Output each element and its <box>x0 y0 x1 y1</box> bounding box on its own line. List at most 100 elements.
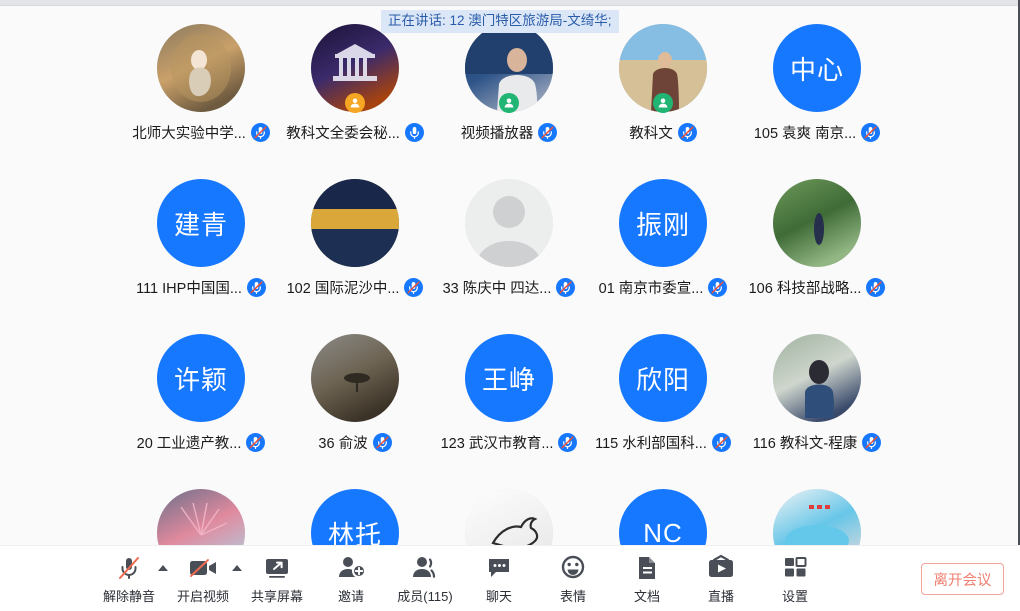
participant-tile[interactable]: 教科文 <box>586 20 740 175</box>
participant-name: 36 俞波 <box>318 436 368 452</box>
participant-name: 20 工业遗产教... <box>136 436 242 452</box>
participant-tile[interactable]: 欣阳 115 水利部国科... <box>586 330 740 485</box>
avatar <box>311 24 399 113</box>
participant-tile[interactable]: 北师大实验中学... <box>124 20 278 175</box>
mic-muted-icon <box>115 553 143 583</box>
avatar-initials: 许颖 <box>157 334 245 422</box>
participant-tile[interactable]: 视频播放器 <box>432 20 586 175</box>
avatar: 振刚 <box>619 179 707 267</box>
mic-muted-icon[interactable] <box>556 278 576 297</box>
mic-muted-icon[interactable] <box>708 278 728 297</box>
toolbar-button-invite[interactable]: 邀请 <box>314 553 388 605</box>
participant-tile[interactable] <box>124 485 278 546</box>
share-screen-icon <box>262 553 292 583</box>
mic-muted-icon[interactable] <box>404 278 424 297</box>
participant-name: 教科文 <box>629 126 673 142</box>
avatar: 建青 <box>157 179 245 267</box>
meeting-toolbar: 解除静音 开启视频 共享屏幕 邀请 成员(115) 聊天 表情 文档 直播 设置 离开会议 <box>0 545 1020 611</box>
toolbar-button-label: 表情 <box>559 588 586 604</box>
toolbar-button-participants[interactable]: 成员(115) <box>388 553 462 605</box>
avatar: NC <box>619 489 707 546</box>
mic-muted-icon[interactable] <box>246 278 266 297</box>
participant-tile[interactable]: 王峥 123 武汉市教育... <box>432 330 586 485</box>
avatar <box>465 489 553 546</box>
participant-label-row: 105 袁爽 南京... <box>754 122 881 143</box>
person-status-badge-icon <box>345 93 365 113</box>
participant-name: 33 陈庆中 四达... <box>442 281 552 297</box>
avatar-photo <box>773 334 861 422</box>
participant-tile[interactable]: 教科文全委会秘... <box>278 20 432 175</box>
toolbar-button-live[interactable]: 直播 <box>684 553 758 605</box>
participant-tile[interactable]: 林托 <box>278 485 432 546</box>
mic-muted-icon[interactable] <box>558 433 578 452</box>
toolbar-button-share-screen[interactable]: 共享屏幕 <box>240 553 314 605</box>
mic-muted-icon[interactable] <box>862 433 882 452</box>
mic-unmuted-icon[interactable] <box>404 123 424 142</box>
mic-muted-icon[interactable] <box>250 123 270 142</box>
participant-tile[interactable]: 33 陈庆中 四达... <box>432 175 586 330</box>
toolbar-button-label: 共享屏幕 <box>250 588 303 604</box>
participant-label-row: 视频播放器 <box>461 122 558 143</box>
mic-muted-icon[interactable] <box>246 433 266 452</box>
toolbar-items: 解除静音 开启视频 共享屏幕 邀请 成员(115) 聊天 表情 文档 直播 设置 <box>92 553 832 605</box>
avatar-initials: 林托 <box>311 489 399 546</box>
avatar <box>157 24 245 112</box>
participant-tile[interactable]: 振刚 01 南京市委宣... <box>586 175 740 330</box>
participant-name: 116 教科文-程康 <box>752 436 858 452</box>
participant-tile[interactable]: 中心 105 袁爽 南京... <box>740 20 894 175</box>
toolbar-button-label: 开启视频 <box>176 588 229 604</box>
avatar: 中心 <box>773 24 861 112</box>
participant-tile[interactable]: 建青 111 IHP中国国... <box>124 175 278 330</box>
avatar-initials: 中心 <box>773 24 861 112</box>
participants-icon <box>410 553 440 583</box>
avatar <box>465 179 553 267</box>
avatar: 林托 <box>311 489 399 546</box>
participant-tile[interactable]: NC <box>586 485 740 546</box>
avatar <box>773 179 861 267</box>
toolbar-button-label: 文档 <box>633 588 660 604</box>
avatar <box>157 489 245 546</box>
avatar-photo <box>157 24 245 112</box>
participant-name: 106 科技部战略... <box>748 281 862 297</box>
participant-label-row: 20 工业遗产教... <box>137 432 266 453</box>
participant-tile[interactable] <box>432 485 586 546</box>
avatar-photo <box>157 489 245 546</box>
participant-gallery[interactable]: 北师大实验中学... 教科文全委会秘... 视频播放器 教科文 中心 105 袁爽 南京.… <box>0 6 1018 546</box>
toolbar-button-settings[interactable]: 设置 <box>758 553 832 605</box>
participant-grid: 北师大实验中学... 教科文全委会秘... 视频播放器 教科文 中心 105 袁爽 南京.… <box>0 6 1018 546</box>
participant-tile[interactable]: 102 国际泥沙中... <box>278 175 432 330</box>
toolbar-button-chat[interactable]: 聊天 <box>462 553 536 605</box>
avatar <box>773 334 861 422</box>
mic-muted-icon[interactable] <box>711 433 731 452</box>
avatar-initials: 建青 <box>157 179 245 267</box>
live-icon <box>706 553 736 583</box>
mic-muted-icon[interactable] <box>861 123 881 142</box>
invite-icon <box>336 553 366 583</box>
emoji-icon <box>559 553 587 583</box>
mic-muted-icon[interactable] <box>677 123 697 142</box>
participant-label-row: 36 俞波 <box>318 432 392 453</box>
leave-meeting-button[interactable]: 离开会议 <box>921 563 1004 595</box>
toolbar-button-document[interactable]: 文档 <box>610 553 684 605</box>
toolbar-button-emoji[interactable]: 表情 <box>536 553 610 605</box>
toolbar-button-video-off[interactable]: 开启视频 <box>166 553 242 605</box>
mic-muted-icon[interactable] <box>538 123 558 142</box>
mic-muted-icon[interactable] <box>866 278 886 297</box>
person-status-badge-icon <box>653 93 673 113</box>
toolbar-button-label: 邀请 <box>337 588 364 604</box>
meeting-window: 北师大实验中学... 教科文全委会秘... 视频播放器 教科文 中心 105 袁爽 南京.… <box>0 0 1020 611</box>
participant-tile[interactable] <box>740 485 894 546</box>
participant-label-row: 01 南京市委宣... <box>599 277 728 298</box>
mic-muted-icon[interactable] <box>372 433 392 452</box>
toolbar-button-mic-muted[interactable]: 解除静音 <box>92 553 168 605</box>
avatar-photo <box>311 179 399 267</box>
participant-label-row: 111 IHP中国国... <box>136 277 266 298</box>
participant-tile[interactable]: 许颖 20 工业遗产教... <box>124 330 278 485</box>
participant-tile[interactable]: 36 俞波 <box>278 330 432 485</box>
participant-tile[interactable]: 116 教科文-程康 <box>740 330 894 485</box>
avatar <box>311 334 399 422</box>
participant-tile[interactable]: 106 科技部战略... <box>740 175 894 330</box>
avatar-photo <box>773 489 861 546</box>
avatar-initials: NC <box>619 489 707 546</box>
active-speaker-text: 正在讲话: 12 澳门特区旅游局-文绮华; <box>388 13 612 28</box>
